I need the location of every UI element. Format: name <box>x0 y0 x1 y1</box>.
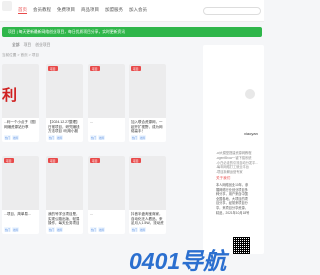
card-title[interactable]: 加入联合资源网，一起开扩视野，成为网络高手！ <box>129 118 166 134</box>
card-thumbnail[interactable]: 项目 <box>2 156 39 210</box>
card-thumbnail[interactable]: 项目 <box>129 156 166 210</box>
card-chip: 热门 <box>48 227 56 232</box>
username[interactable]: xiaoyan <box>244 131 258 136</box>
filter-project[interactable]: 项目 <box>24 43 32 48</box>
card-title[interactable]: ... <box>88 118 125 134</box>
card-chip: 热门 <box>90 135 98 140</box>
card-tag: 项目 <box>48 66 58 71</box>
avatar[interactable] <box>245 89 255 99</box>
card-title[interactable]: ... <box>88 210 125 226</box>
card-tag: 项目 <box>90 66 100 71</box>
nav-service[interactable]: 加盟服务 <box>105 7 123 14</box>
card-chip: 热门 <box>131 227 139 232</box>
filter-startup[interactable]: 创业项目 <box>35 43 50 48</box>
card-chip: 推荐 <box>12 135 20 140</box>
project-card[interactable]: 项目 抖音半盘淘宝商家，自动化无人看品，来足月入1.5W。流动资源... 热门推… <box>129 156 166 234</box>
about-text: 本人网络创业10年，参展网络行业创业项目多种分享，用户来自中国全国各地，大项目的… <box>216 183 250 215</box>
card-tag: 项目 <box>90 158 100 163</box>
nav-shop[interactable]: 商品项目 <box>81 7 99 14</box>
search-input[interactable] <box>203 7 261 15</box>
card-tag: 项目 <box>131 66 141 71</box>
card-chip: 推荐 <box>98 135 106 140</box>
card-title[interactable]: 我的号学业项目是，实现公路出版，轻易操作，每天业务项目分享... <box>46 210 83 226</box>
card-chip: 热门 <box>4 227 12 232</box>
thumbnail-text: 利 <box>2 87 17 104</box>
project-card[interactable]: 项目 ... 热门 推荐 <box>88 64 125 142</box>
card-chip: 推荐 <box>56 135 64 140</box>
card-thumbnail[interactable]: 项目 <box>88 64 125 118</box>
card-chip: 推荐 <box>139 135 147 140</box>
card-tag: 项目 <box>4 158 14 163</box>
nav-join[interactable]: 加入会员 <box>129 7 147 14</box>
card-chip: 热门 <box>4 135 12 140</box>
card-chip: 热门 <box>48 135 56 140</box>
nav-free[interactable]: 免费项目 <box>57 7 75 14</box>
site-logo[interactable] <box>2 1 12 11</box>
filter-all[interactable]: 全部 <box>12 43 20 48</box>
nav-vip[interactable]: 会员教程 <box>33 7 51 14</box>
about-title: 关于我们 <box>216 176 231 180</box>
qr-code-icon <box>233 237 250 254</box>
card-chip: 推荐 <box>56 227 64 232</box>
card-chip: 推荐 <box>12 227 20 232</box>
card-tag: 项目 <box>131 158 141 163</box>
project-card[interactable]: 项目 加入联合资源网，一起开扩视野，成为网络高手！ 热门 推荐 <box>129 64 166 142</box>
card-thumbnail[interactable]: 项目 <box>46 156 83 210</box>
card-title[interactable]: 【2024.12.27整理】日常项目，研究赚钱方法项目 /利用小副业... <box>46 118 83 134</box>
card-thumbnail[interactable]: 项目 <box>46 64 83 118</box>
card-chip: 热门 <box>131 135 139 140</box>
project-card[interactable]: 利 ...利一个小点子（图）网赚资源站分享 热门 推荐 <box>2 64 39 142</box>
card-chip: 推荐 <box>98 227 106 232</box>
top-header: 首页 会员教程 免费项目 商品项目 加盟服务 加入会员 <box>0 0 264 22</box>
card-chip: 推荐 <box>139 227 147 232</box>
card-tag: 项目 <box>48 158 58 163</box>
nav-home[interactable]: 首页 <box>18 7 27 14</box>
card-chip: 热门 <box>90 227 98 232</box>
card-thumbnail[interactable]: 项目 <box>88 156 125 210</box>
card-thumbnail[interactable]: 利 <box>2 64 39 118</box>
card-thumbnail[interactable]: 项目 <box>129 64 166 118</box>
announcement-bar: 项目 | 每天更新最新网络创业项目，每日优质项目分享，实时更新资讯 <box>2 27 262 37</box>
breadcrumb: 当前位置 > 首页 > 项目 <box>2 53 39 57</box>
project-card[interactable]: 项目 我的号学业项目是，实现公路出版，轻易操作，每天业务项目分享... 热门推荐 <box>46 156 83 234</box>
watermark-logo: 0401导航 <box>129 248 227 274</box>
filter-tabs: 全部 项目 创业项目 <box>12 43 50 48</box>
main-nav: 首页 会员教程 免费项目 商品项目 加盟服务 加入会员 <box>18 7 147 14</box>
card-title[interactable]: ...项目，简单易... <box>2 210 39 226</box>
project-card[interactable]: 项目 ...项目，简单易... 热门 推荐 <box>2 156 39 234</box>
card-title[interactable]: ...利一个小点子（图）网赚资源站分享 <box>2 118 39 134</box>
project-card[interactable]: 项目 ... 热门 推荐 <box>88 156 125 234</box>
card-title[interactable]: 抖音半盘淘宝商家，自动化无人看品，来足月入1.5W。流动资源... <box>129 210 166 226</box>
project-card[interactable]: 项目 【2024.12.27整理】日常项目，研究赚钱方法项目 /利用小副业...… <box>46 64 83 142</box>
